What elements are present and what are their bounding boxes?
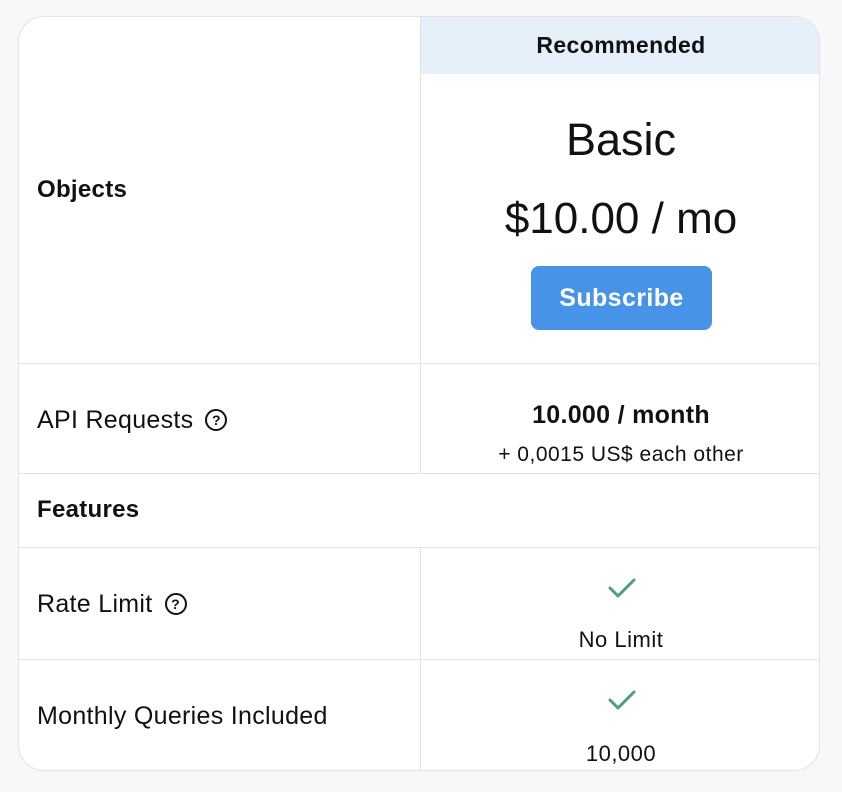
check-icon xyxy=(608,690,636,710)
question-circle-icon[interactable]: ? xyxy=(164,593,187,615)
subscribe-button[interactable]: Subscribe xyxy=(531,266,712,330)
api-requests-row-label: API Requests ? xyxy=(37,403,228,437)
rate-limit-cell: No Limit xyxy=(421,547,819,659)
monthly-queries-value: 10,000 xyxy=(585,741,657,766)
objects-label: Objects xyxy=(37,176,128,203)
rate-limit-row-label: Rate Limit ? xyxy=(37,587,187,621)
features-label: Features xyxy=(37,496,140,523)
row-divider xyxy=(19,473,819,474)
pricing-table: Recommended Objects Basic $10.00 / mo Su… xyxy=(18,16,820,771)
api-requests-value: 10.000 / month xyxy=(532,401,710,429)
api-requests-label: API Requests xyxy=(37,405,194,434)
question-circle-icon[interactable]: ? xyxy=(205,409,228,431)
rate-limit-value: No Limit xyxy=(578,627,664,652)
monthly-queries-label: Monthly Queries Included xyxy=(37,701,328,730)
api-requests-cell: 10.000 / month + 0,0015 US$ each other xyxy=(421,363,819,473)
api-requests-extra: + 0,0015 US$ each other xyxy=(498,443,744,466)
plan-basic-header: Basic $10.00 / mo Subscribe xyxy=(421,17,819,363)
monthly-queries-cell: 10,000 xyxy=(421,659,819,770)
plan-price: $10.00 / mo xyxy=(504,194,738,243)
plan-name: Basic xyxy=(565,114,677,165)
rate-limit-label: Rate Limit xyxy=(37,589,153,618)
check-icon xyxy=(608,578,636,598)
